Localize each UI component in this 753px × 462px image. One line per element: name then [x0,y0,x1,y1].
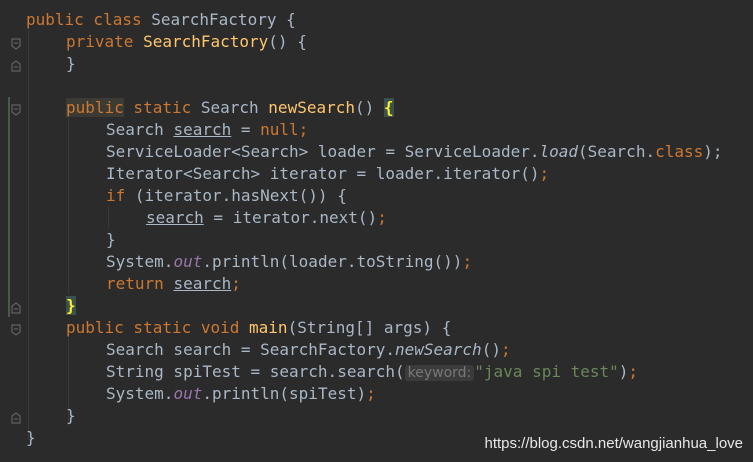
code-text: } [106,230,116,249]
punctuation: ; [366,384,376,403]
code-text: ); [703,142,723,161]
code-line[interactable]: } [66,53,76,75]
code-text: = [231,120,261,139]
string-literal: "java spi test" [474,362,619,381]
method-name: SearchFactory [143,32,269,51]
code-line[interactable]: } [66,405,76,427]
code-line[interactable]: } [66,295,76,317]
code-line[interactable]: ServiceLoader<Search> loader = ServiceLo… [106,141,723,163]
code-text: } [66,54,76,73]
static-method: load [539,142,579,161]
matched-brace: { [383,98,394,117]
indent-guide [68,118,69,294]
punctuation: ; [231,274,241,293]
code-text: = iterator.next() [203,208,378,227]
code-line[interactable]: public static Search newSearch() { [66,97,394,119]
static-field: out [173,384,203,403]
code-text: (iterator.hasNext()) { [134,186,347,205]
fold-icon[interactable] [11,324,21,336]
code-text: } [26,428,36,447]
punctuation: ; [500,340,511,359]
unfold-icon[interactable] [11,60,21,72]
method-name: main [249,318,288,337]
code-line[interactable]: Search search = null; [106,119,308,141]
keyword: private [66,32,144,51]
keyword: return [106,274,174,293]
unfold-icon[interactable] [11,302,21,314]
code-line[interactable]: if (iterator.hasNext()) { [106,185,347,207]
keyword: class [83,10,152,29]
code-line[interactable]: } [106,229,116,251]
keyword: public [66,98,124,117]
fold-icon[interactable] [11,104,21,116]
code-line[interactable]: System.out.println(loader.toString()); [106,251,472,273]
code-line[interactable]: private SearchFactory() { [66,31,307,53]
code-text: Search [200,98,269,117]
variable: search [173,120,232,139]
code-line[interactable]: public static void main(String[] args) { [66,317,451,339]
code-text: ServiceLoader<Search> loader = ServiceLo… [106,142,540,161]
static-method: newSearch [394,340,482,359]
keyword: class [655,142,704,161]
code-text: } [66,406,76,425]
unfold-icon[interactable] [11,412,21,424]
code-text: System. [106,252,174,271]
code-line[interactable]: public class SearchFactory { [26,9,296,31]
keyword: public [26,10,84,29]
code-text: Search search = SearchFactory. [106,340,395,359]
punctuation: ; [628,362,639,381]
code-line[interactable]: return search; [106,273,241,295]
change-marker [8,97,10,317]
keyword: null [260,120,299,139]
watermark-url: https://blog.csdn.net/wangjianhua_love [484,435,743,452]
code-text: (Search. [578,142,656,161]
code-text: .println(loader.toString()) [202,252,463,271]
indent-guide [28,30,29,440]
code-line[interactable]: System.out.println(spiTest); [106,383,376,405]
fold-icon[interactable] [11,38,21,50]
punctuation: ; [377,208,387,227]
static-field: out [173,252,203,271]
variable: search [173,274,232,293]
code-line[interactable]: } [26,427,36,449]
code-text: ) [618,362,629,381]
punctuation: ; [539,164,550,183]
code-text: .println(spiTest) [202,384,367,403]
variable: search [146,208,204,227]
code-text: () [481,340,501,359]
code-text: (String[] args) { [287,318,452,337]
keyword: public static void [66,318,250,337]
code-text: Search [106,120,174,139]
keyword: if [106,186,135,205]
indent-guide [108,206,109,228]
code-line[interactable]: Iterator<Search> iterator = loader.itera… [106,163,549,185]
code-text: Iterator<Search> iterator = loader.itera… [106,164,540,183]
code-text: () { [268,32,307,51]
punctuation: ; [298,120,309,139]
code-text: String spiTest = search.search( [106,362,405,381]
code-text: SearchFactory { [151,10,296,29]
parameter-hint: keyword: [404,365,475,381]
code-text: () [355,98,384,117]
keyword: static [123,98,201,117]
code-text: System. [106,384,174,403]
punctuation: ; [462,252,473,271]
code-editor[interactable]: public class SearchFactory { private Sea… [0,0,753,462]
method-name: newSearch [268,98,355,117]
code-line[interactable]: search = iterator.next(); [146,207,387,229]
code-line[interactable]: Search search = SearchFactory.newSearch(… [106,339,511,361]
code-line[interactable]: String spiTest = search.search(keyword: "… [106,361,638,383]
matched-brace: } [66,296,76,315]
